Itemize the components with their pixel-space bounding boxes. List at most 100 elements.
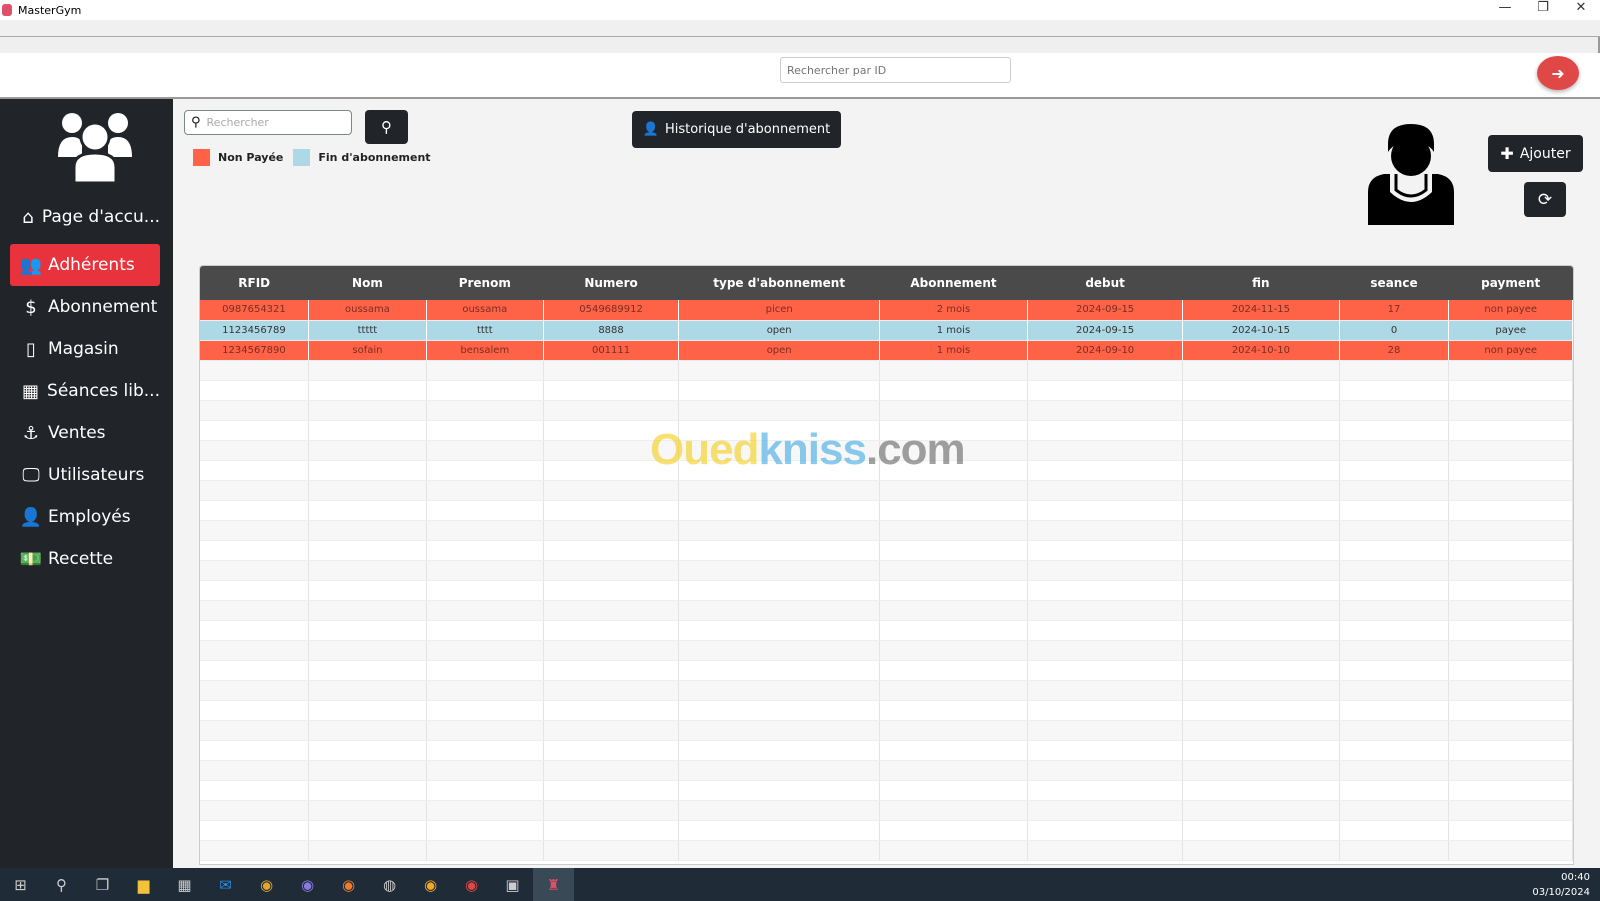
chrome-profile-icon[interactable]: ◉ (287, 868, 328, 901)
column-header[interactable]: Prenom (426, 266, 544, 300)
empty-cell (1182, 640, 1340, 661)
empty-cell (1448, 640, 1573, 661)
empty-cell (1027, 840, 1184, 861)
empty-cell (426, 520, 544, 541)
column-header[interactable]: Nom (308, 266, 427, 300)
search-icon[interactable]: ⚲ (41, 868, 82, 901)
column-header[interactable]: Abonnement (879, 266, 1028, 300)
empty-cell (1448, 720, 1573, 741)
empty-cell (1448, 800, 1573, 821)
search-field[interactable]: ⚲ Rechercher (184, 110, 352, 135)
mastergym-taskbar-icon[interactable]: ♜ (533, 868, 574, 901)
empty-cell (1448, 600, 1573, 621)
empty-cell (1448, 460, 1573, 481)
empty-cell (1027, 780, 1184, 801)
empty-cell (543, 540, 680, 561)
empty-cell (1448, 740, 1573, 761)
empty-row (200, 820, 1573, 841)
empty-cell (1182, 840, 1340, 861)
empty-cell (1339, 800, 1450, 821)
refresh-button[interactable]: ⟳ (1524, 182, 1566, 217)
id-search-input[interactable] (780, 57, 1011, 83)
close-button[interactable]: ✕ (1562, 0, 1600, 15)
empty-cell (426, 800, 544, 821)
sidebar-item[interactable]: ⚓ Ventes (10, 412, 160, 454)
column-header[interactable]: RFID (200, 266, 309, 300)
terminal-icon[interactable]: ▣ (492, 868, 533, 901)
column-header[interactable]: debut (1027, 266, 1183, 300)
empty-row (200, 780, 1573, 801)
column-header[interactable]: fin (1182, 266, 1340, 300)
empty-cell (678, 760, 880, 781)
empty-cell (200, 840, 309, 861)
empty-cell (678, 780, 880, 801)
chrome-icon[interactable]: ◉ (246, 868, 287, 901)
empty-cell (200, 420, 309, 441)
store-icon[interactable]: ▦ (164, 868, 205, 901)
file-explorer-icon[interactable]: ▆ (123, 868, 164, 901)
restore-button[interactable]: ❐ (1524, 0, 1562, 15)
empty-cell (426, 580, 544, 601)
table-row[interactable]: 0987654321 oussama oussama 0549689912 picen 2… (200, 300, 1573, 321)
empty-cell (1027, 560, 1184, 581)
sidebar-item[interactable]: 👤 Employés (10, 496, 160, 538)
empty-cell (1182, 420, 1340, 441)
empty-cell (1027, 400, 1184, 421)
sidebar-item[interactable]: ▦ Séances lib... (10, 370, 160, 412)
minimize-button[interactable]: — (1486, 0, 1524, 15)
empty-cell (1027, 580, 1184, 601)
empty-cell (426, 620, 544, 641)
menu-bar (0, 20, 1600, 37)
add-button-label: Ajouter (1519, 145, 1571, 162)
start-icon[interactable]: ⊞ (0, 868, 41, 901)
empty-cell (879, 380, 1029, 401)
sidebar-item[interactable]: 👥 Adhérents (10, 244, 160, 286)
table-cell: payee (1448, 320, 1573, 341)
sidebar-item[interactable]: 🖵 Utilisateurs (10, 454, 160, 496)
sidebar-item[interactable]: ⌂ Page d'accu... (10, 196, 160, 238)
table-cell: 2024-10-15 (1182, 320, 1340, 341)
empty-cell (426, 440, 544, 461)
sidebar-item-label: Employés (48, 507, 131, 527)
sidebar-item[interactable]: ▯ Magasin (10, 328, 160, 370)
sidebar-item-icon: ▦ (22, 380, 40, 402)
empty-cell (543, 640, 680, 661)
header: ➜ (0, 53, 1600, 99)
empty-cell (543, 620, 680, 641)
task-view-icon[interactable]: ❐ (82, 868, 123, 901)
table-row[interactable]: 1123456789 ttttt tttt 8888 open 1 mois 2024-09… (200, 320, 1573, 341)
history-button[interactable]: 👤 Historique d'abonnement (632, 111, 841, 148)
empty-cell (308, 760, 427, 781)
column-header[interactable]: type d'abonnement (678, 266, 880, 300)
column-header[interactable]: payment (1448, 266, 1573, 300)
logout-button[interactable]: ➜ (1537, 56, 1579, 90)
sidebar-item-label: Séances lib... (47, 381, 160, 401)
chrome-icon[interactable]: ◉ (451, 868, 492, 901)
app-icon[interactable]: ◍ (369, 868, 410, 901)
user-icon: 👤 (642, 122, 659, 137)
sidebar-item-icon: ⌂ (22, 206, 34, 228)
empty-cell (678, 560, 880, 581)
empty-cell (1182, 720, 1340, 741)
firefox-icon[interactable]: ◉ (328, 868, 369, 901)
empty-cell (200, 480, 309, 501)
table-row[interactable]: 1234567890 sofain bensalem 001111 open 1 mois… (200, 340, 1573, 361)
column-header[interactable]: Numero (543, 266, 679, 300)
empty-cell (1182, 780, 1340, 801)
empty-cell (1182, 360, 1340, 381)
search-button[interactable]: ⚲ (365, 110, 408, 144)
brave-icon[interactable]: ◉ (410, 868, 451, 901)
sidebar-item[interactable]: $ Abonnement (10, 286, 160, 328)
column-header[interactable]: seance (1339, 266, 1449, 300)
empty-cell (200, 360, 309, 381)
empty-row (200, 620, 1573, 641)
empty-row (200, 640, 1573, 661)
empty-cell (1182, 580, 1340, 601)
empty-cell (426, 560, 544, 581)
mail-icon[interactable]: ✉ (205, 868, 246, 901)
sidebar-item[interactable]: 💵 Recette (10, 538, 160, 580)
empty-cell (1339, 680, 1450, 701)
empty-cell (308, 740, 427, 761)
empty-cell (308, 600, 427, 621)
add-button[interactable]: ✚ Ajouter (1488, 135, 1583, 172)
